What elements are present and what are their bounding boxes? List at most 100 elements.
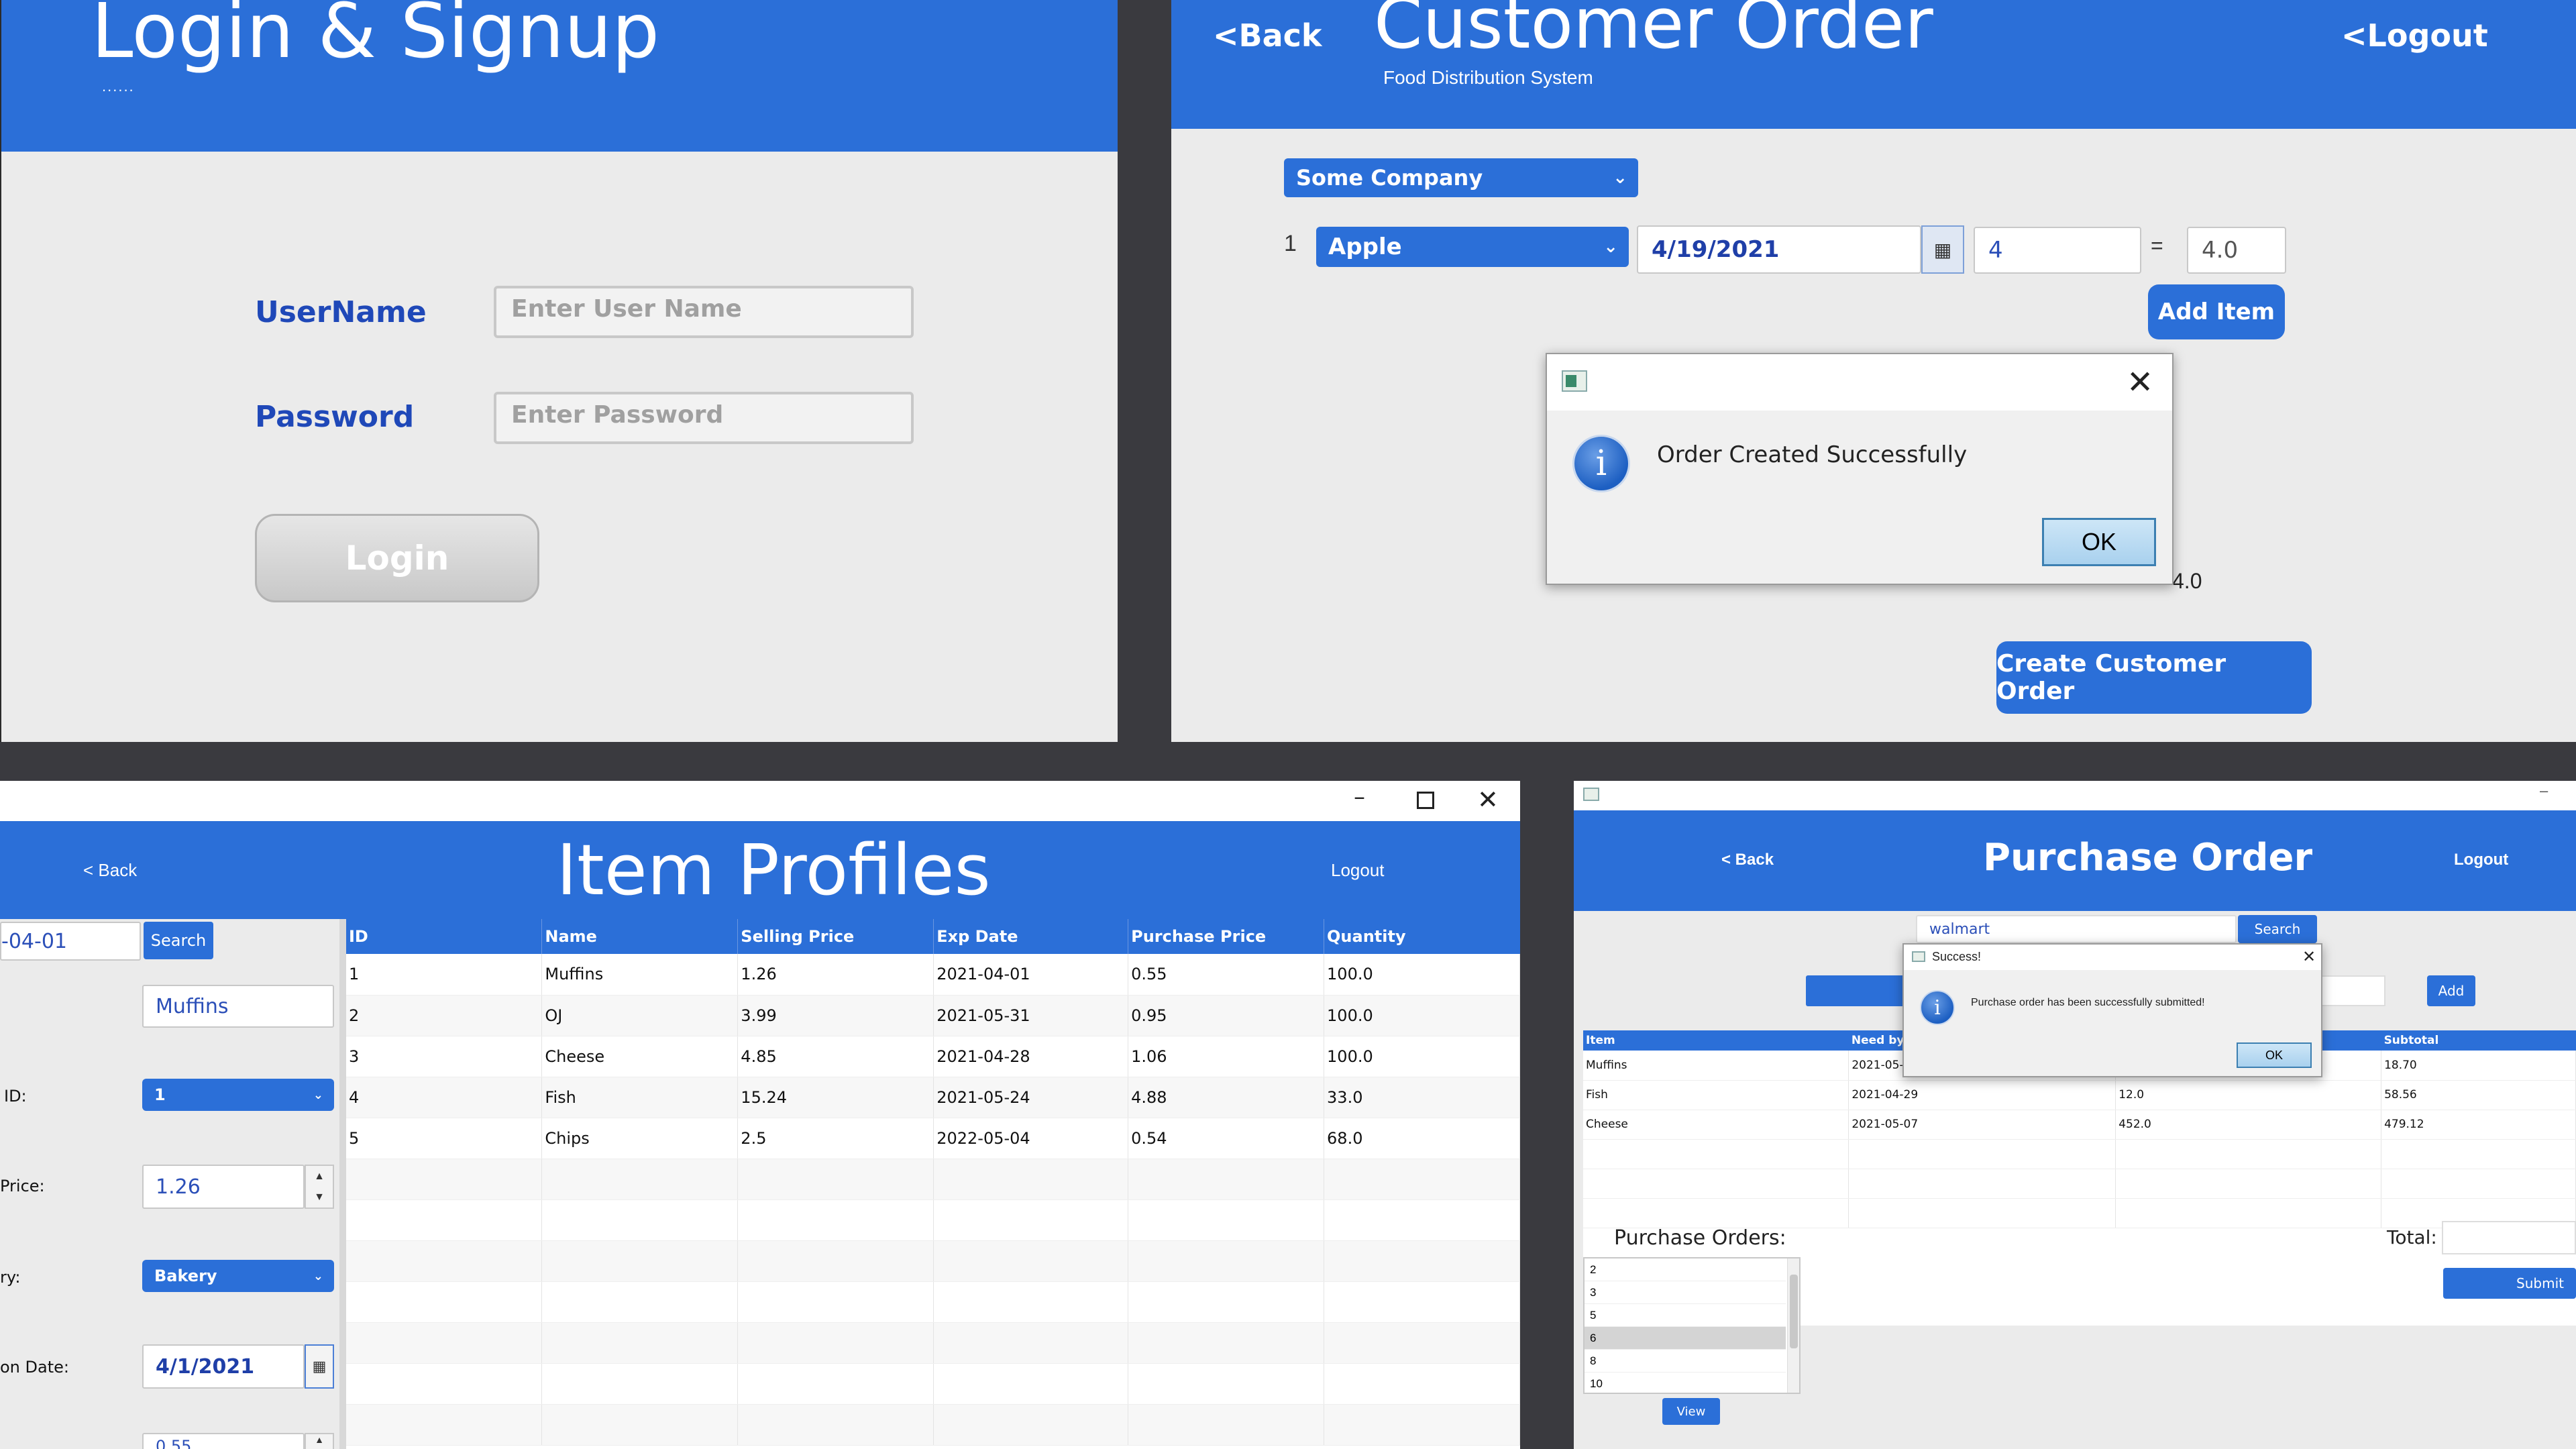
back-link[interactable]: < Back [1721,851,1774,869]
table-cell: 100.0 [1324,1036,1520,1077]
table-row[interactable]: 5 Chips 2.5 2022-05-04 0.54 68.0 [346,1118,1520,1159]
table-cell: 1.26 [737,954,934,996]
name-field[interactable]: Muffins [142,985,334,1028]
column-header-purchase-price[interactable]: Purchase Price [1128,919,1325,954]
table-row[interactable]: Fish 2021-04-29 12.0 58.56 [1583,1080,2576,1110]
table-cell [541,1281,739,1323]
table-row[interactable] [346,1363,1520,1405]
item-profiles-panel: – ✕ < Back Item Profiles Logout -04-01 S… [0,781,1520,1449]
table-row[interactable] [346,1159,1520,1200]
table-row[interactable] [346,1322,1520,1364]
table-row[interactable]: 2 OJ 3.99 2021-05-31 0.95 100.0 [346,995,1520,1036]
table-row[interactable] [346,1240,1520,1282]
purchase-price-spinner[interactable]: 0.55 [142,1433,305,1449]
quantity-input[interactable]: 4 [1974,227,2141,274]
items-table: ID Name Selling Price Exp Date Purchase … [346,919,1520,1446]
close-icon[interactable]: ✕ [1477,785,1499,814]
up-arrow-icon[interactable]: ▲ [314,1171,325,1183]
window-titlebar [0,781,1520,821]
dialog-titlebar [1547,354,2172,411]
column-header-id[interactable]: ID [346,919,543,954]
column-header-exp-date[interactable]: Exp Date [933,919,1129,954]
vendor-search-input[interactable]: walmart [1916,915,2237,943]
table-cell [2115,1169,2382,1199]
list-item[interactable]: 5 [1585,1304,1786,1327]
purchase-order-panel: – < Back Purchase Order Logout walmart S… [1574,781,2576,1449]
close-icon[interactable]: ✕ [2127,364,2153,401]
item-select[interactable]: Apple ⌄ [1316,227,1629,267]
table-cell [1848,1198,2116,1228]
login-button[interactable]: Login [255,514,539,602]
table-row[interactable] [346,1281,1520,1323]
logout-link[interactable]: Logout [1331,860,1385,881]
column-header-name[interactable]: Name [541,919,739,954]
id-select-value: 1 [154,1085,166,1104]
table-row[interactable] [346,1199,1520,1241]
logout-link[interactable]: <Logout [2341,17,2488,54]
add-item-button[interactable]: Add Item [2148,284,2285,339]
minimize-icon[interactable]: – [2540,782,2548,800]
list-item[interactable]: 2 [1585,1258,1786,1281]
password-input[interactable]: Enter Password [494,392,914,444]
table-cell [541,1240,739,1282]
table-row[interactable] [1583,1198,2576,1228]
scrollbar-thumb[interactable] [1790,1275,1798,1348]
down-arrow-icon[interactable]: ▼ [314,1191,325,1203]
login-subtitle: ...... [102,78,135,95]
maximize-icon[interactable] [1417,792,1434,809]
up-arrow-icon[interactable]: ▲ [305,1433,334,1449]
splitter[interactable] [339,919,346,1449]
close-icon[interactable]: ✕ [2302,947,2316,967]
table-row[interactable]: 4 Fish 15.24 2021-05-24 4.88 33.0 [346,1077,1520,1118]
price-spinner[interactable]: 1.26 [142,1165,305,1209]
table-cell: 2021-04-01 [933,954,1129,996]
create-customer-order-button[interactable]: Create Customer Order [1996,641,2312,714]
table-cell [1324,1240,1520,1282]
price-stepper[interactable]: ▲ ▼ [305,1165,334,1209]
view-button[interactable]: View [1662,1398,1720,1425]
app-icon [1562,370,1587,392]
table-row[interactable]: Cheese 2021-05-07 452.0 479.12 [1583,1110,2576,1140]
search-button[interactable]: Search [2238,915,2317,943]
table-cell [933,1159,1129,1200]
search-button[interactable]: Search [144,922,213,959]
item-select[interactable] [1806,975,1913,1006]
add-button[interactable]: Add [2427,975,2475,1006]
table-cell [2115,1198,2382,1228]
calendar-icon[interactable]: ▦ [1921,225,1964,274]
list-item[interactable]: 6 [1585,1327,1786,1350]
date-picker-field[interactable]: 4/19/2021 [1637,225,1921,274]
column-header-subtotal[interactable]: Subtotal [2381,1030,2576,1051]
id-select[interactable]: 1 ⌄ [142,1079,334,1111]
purchase-order-title: Purchase Order [1983,836,2313,879]
table-row[interactable] [346,1404,1520,1446]
back-link[interactable]: <Back [1213,17,1322,54]
expiration-date-field[interactable]: 4/1/2021 [142,1344,305,1389]
table-row[interactable] [1583,1169,2576,1199]
list-item[interactable]: 8 [1585,1350,1786,1373]
column-header-quantity[interactable]: Quantity [1324,919,1520,954]
table-row[interactable]: 1 Muffins 1.26 2021-04-01 0.55 100.0 [346,954,1520,996]
calendar-icon[interactable]: ▦ [305,1344,334,1389]
minimize-icon[interactable]: – [1354,784,1365,810]
ok-button[interactable]: OK [2042,518,2156,566]
table-row[interactable]: 3 Cheese 4.85 2021-04-28 1.06 100.0 [346,1036,1520,1077]
quantity-input[interactable] [2321,975,2385,1006]
search-date-input[interactable]: -04-01 [0,922,141,961]
purchase-orders-list[interactable]: 2 3 5 6 8 10 [1583,1257,1801,1395]
column-header-selling-price[interactable]: Selling Price [737,919,934,954]
company-select[interactable]: Some Company ⌄ [1284,158,1638,197]
username-input[interactable]: Enter User Name [494,286,914,338]
window-titlebar [1574,781,2576,810]
table-cell [737,1322,934,1364]
list-item[interactable]: 10 [1585,1373,1786,1395]
price-label: Price: [0,1177,45,1195]
table-row[interactable] [1583,1139,2576,1169]
ok-button[interactable]: OK [2237,1042,2312,1068]
list-item[interactable]: 3 [1585,1281,1786,1304]
submit-button[interactable]: Submit [2443,1268,2576,1299]
scrollbar[interactable] [1787,1258,1799,1393]
logout-link[interactable]: Logout [2454,851,2508,869]
category-select[interactable]: Bakery ⌄ [142,1260,334,1292]
column-header-item[interactable]: Item [1583,1030,1849,1051]
